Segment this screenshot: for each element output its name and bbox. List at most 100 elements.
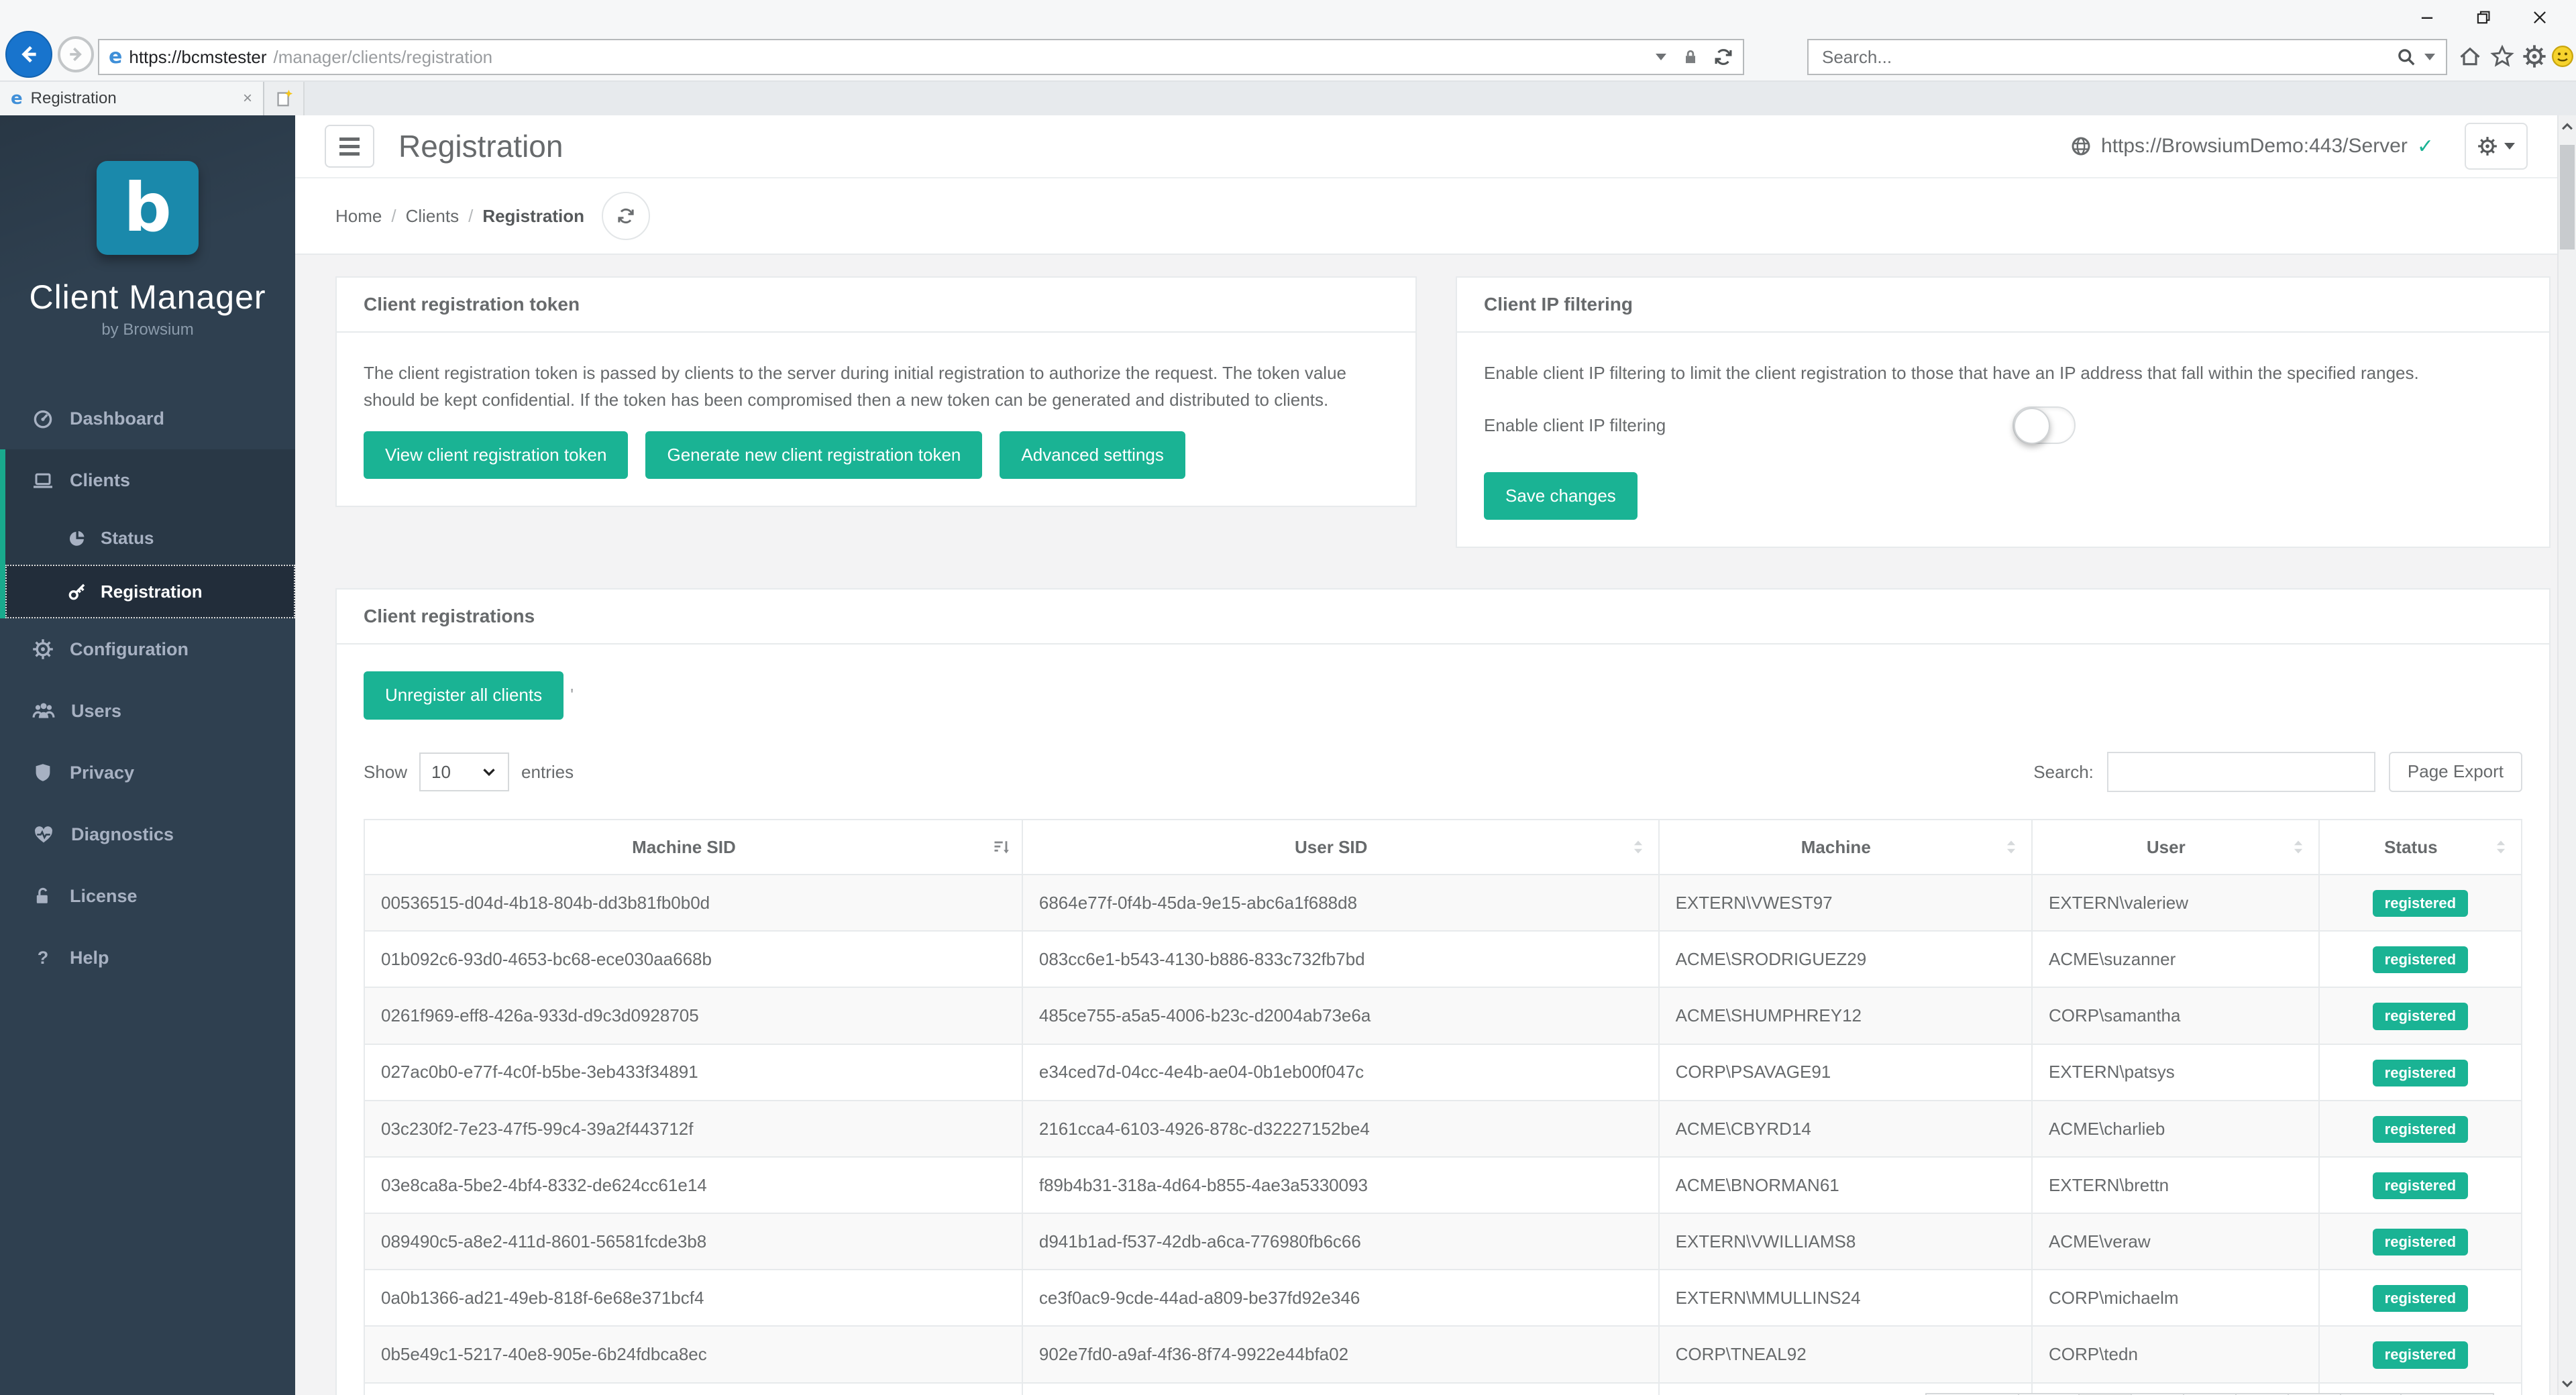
cell-user-sid: 485ce755-a5a5-4006-b23c-d2004ab73e6a: [1022, 987, 1659, 1044]
scrollbar-thumb[interactable]: [2560, 145, 2575, 249]
page-title: Registration: [398, 128, 563, 164]
cell-machine: ACME\SRODRIGUEZ29: [1659, 931, 2032, 987]
cell-machine-sid: 03e8ca8a-5be2-4bf4-8332-de624cc61e14: [364, 1157, 1022, 1213]
home-icon[interactable]: [2458, 44, 2482, 68]
minimize-button[interactable]: [2399, 3, 2455, 32]
sidebar-item-label: Dashboard: [70, 408, 164, 429]
browser-forward-button[interactable]: [58, 36, 94, 72]
sort-both-icon[interactable]: [2002, 838, 2021, 856]
table-row[interactable]: 089490c5-a8e2-411d-8601-56581fcde3b8 d94…: [364, 1213, 2522, 1270]
new-tab-button[interactable]: [264, 82, 305, 115]
column-header-machine-sid[interactable]: Machine SID: [364, 820, 1022, 875]
cell-user-sid: 61c78a7f-7c21-4d22-bb22-9854fcc44959: [1022, 1383, 1659, 1395]
sidebar-toggle-button[interactable]: [325, 125, 374, 168]
search-icon[interactable]: [2396, 47, 2416, 67]
cell-machine-sid: 089490c5-a8e2-411d-8601-56581fcde3b8: [364, 1213, 1022, 1270]
page-size-value: 10: [431, 759, 451, 785]
sort-asc-icon[interactable]: [992, 838, 1011, 856]
sidebar-item-diagnostics[interactable]: Diagnostics: [0, 803, 295, 865]
close-button[interactable]: [2512, 3, 2568, 32]
sidebar-item-help[interactable]: Help: [0, 927, 295, 989]
sidebar-item-dashboard[interactable]: Dashboard: [0, 388, 295, 449]
table-row[interactable]: 00536515-d04d-4b18-804b-dd3b81fb0b0d 686…: [364, 875, 2522, 931]
search-dropdown-icon[interactable]: [2424, 54, 2435, 60]
sort-both-icon[interactable]: [2289, 838, 2308, 856]
column-header-user-sid[interactable]: User SID: [1022, 820, 1659, 875]
refresh-icon[interactable]: [1713, 47, 1733, 67]
ip-filtering-description: Enable client IP filtering to limit the …: [1484, 359, 2522, 386]
sidebar-item-configuration[interactable]: Configuration: [0, 618, 295, 680]
scroll-down-icon[interactable]: [2559, 1372, 2576, 1395]
token-description: The client registration token is passed …: [364, 359, 1389, 414]
browser-back-button[interactable]: [5, 31, 52, 78]
breadcrumb: Home / Clients / Registration: [295, 177, 2557, 255]
sidebar-nav: Dashboard Clients Status Registration: [0, 388, 295, 989]
table-row[interactable]: 03e8ca8a-5be2-4bf4-8332-de624cc61e14 f89…: [364, 1157, 2522, 1213]
server-settings-button[interactable]: [2465, 123, 2528, 170]
cell-status: registered: [2319, 1213, 2522, 1270]
tab-close-icon[interactable]: ×: [243, 91, 252, 107]
sidebar-item-privacy[interactable]: Privacy: [0, 742, 295, 803]
sort-both-icon[interactable]: [1629, 838, 1648, 856]
table-row[interactable]: 027ac0b0-e77f-4c0f-b5be-3eb433f34891 e34…: [364, 1044, 2522, 1101]
page-export-button[interactable]: Page Export: [2389, 752, 2522, 792]
sidebar-item-label: Diagnostics: [71, 824, 174, 845]
page-size-select[interactable]: 10: [419, 752, 509, 791]
scroll-up-icon[interactable]: [2559, 115, 2576, 138]
address-dropdown-icon[interactable]: [1656, 54, 1666, 60]
status-badge: registered: [2373, 946, 2468, 973]
sidebar-group-clients: Clients Status Registration: [0, 449, 295, 618]
save-changes-button[interactable]: Save changes: [1484, 472, 1638, 520]
unregister-all-button[interactable]: Unregister all clients: [364, 671, 564, 719]
sort-both-icon[interactable]: [2491, 838, 2510, 856]
gear-icon: [2477, 136, 2498, 156]
chevron-down-icon: [2504, 143, 2515, 150]
arrow-right-icon: [66, 45, 85, 64]
server-url: https://BrowsiumDemo:443/Server: [2101, 135, 2408, 158]
sidebar-item-users[interactable]: Users: [0, 680, 295, 742]
cell-user-sid: 902e7fd0-a9af-4f36-8f74-9922e44bfa02: [1022, 1326, 1659, 1382]
browser-search-input[interactable]: [1819, 46, 2388, 69]
column-header-status[interactable]: Status: [2319, 820, 2522, 875]
sidebar-item-registration[interactable]: Registration: [5, 565, 295, 618]
table-row[interactable]: 01b092c6-93d0-4653-bc68-ece030aa668b 083…: [364, 931, 2522, 987]
column-header-machine[interactable]: Machine: [1659, 820, 2032, 875]
ip-filtering-toggle[interactable]: [2012, 406, 2076, 444]
table-search-control: Search: Page Export: [2033, 752, 2522, 792]
favorites-star-icon[interactable]: [2490, 44, 2514, 68]
browser-chrome: e https://bcmstester/manager/clients/reg…: [0, 0, 2576, 115]
browser-window: e https://bcmstester/manager/clients/reg…: [0, 0, 2576, 1395]
sidebar-item-status[interactable]: Status: [5, 511, 295, 565]
cell-user-sid: e34ced7d-04cc-4e4b-ae04-0b1eb00f047c: [1022, 1044, 1659, 1101]
browser-search-box[interactable]: [1807, 39, 2447, 75]
ie-page-icon: e: [109, 47, 122, 67]
table-search-input[interactable]: [2107, 752, 2375, 792]
sidebar-item-label: Configuration: [70, 639, 189, 660]
breadcrumb-clients[interactable]: Clients: [406, 206, 459, 227]
advanced-settings-button[interactable]: Advanced settings: [1000, 431, 1185, 479]
table-row[interactable]: 0b5e49c1-5217-40e8-905e-6b24fdbca8ec 902…: [364, 1326, 2522, 1382]
key-icon: [67, 581, 87, 602]
feedback-smiley-icon[interactable]: [2551, 44, 2575, 68]
generate-token-button[interactable]: Generate new client registration token: [645, 431, 982, 479]
status-badge: registered: [2373, 1229, 2468, 1256]
restore-button[interactable]: [2455, 3, 2512, 32]
cell-user: EXTERN\patsys: [2032, 1044, 2319, 1101]
sidebar-item-clients[interactable]: Clients: [5, 449, 295, 511]
table-row[interactable]: 03c230f2-7e23-47f5-99c4-39a2f443712f 216…: [364, 1101, 2522, 1157]
sidebar-item-license[interactable]: License: [0, 865, 295, 927]
refresh-icon: [616, 207, 635, 225]
status-badge: registered: [2373, 1116, 2468, 1143]
settings-gear-icon[interactable]: [2522, 44, 2546, 68]
table-row[interactable]: 0a0b1366-ad21-49eb-818f-6e68e371bcf4 ce3…: [364, 1270, 2522, 1326]
page-refresh-button[interactable]: [602, 192, 650, 240]
breadcrumb-home[interactable]: Home: [335, 206, 382, 227]
page-scrollbar[interactable]: [2557, 115, 2576, 1395]
table-row[interactable]: 0261f969-eff8-426a-933d-d9c3d0928705 485…: [364, 987, 2522, 1044]
cell-machine: CORP\TNEAL92: [1659, 1326, 2032, 1382]
column-header-user[interactable]: User: [2032, 820, 2319, 875]
tab-registration[interactable]: e Registration ×: [0, 82, 264, 115]
address-bar[interactable]: e https://bcmstester/manager/clients/reg…: [98, 39, 1744, 75]
view-token-button[interactable]: View client registration token: [364, 431, 628, 479]
sidebar-item-label: Status: [101, 528, 154, 549]
